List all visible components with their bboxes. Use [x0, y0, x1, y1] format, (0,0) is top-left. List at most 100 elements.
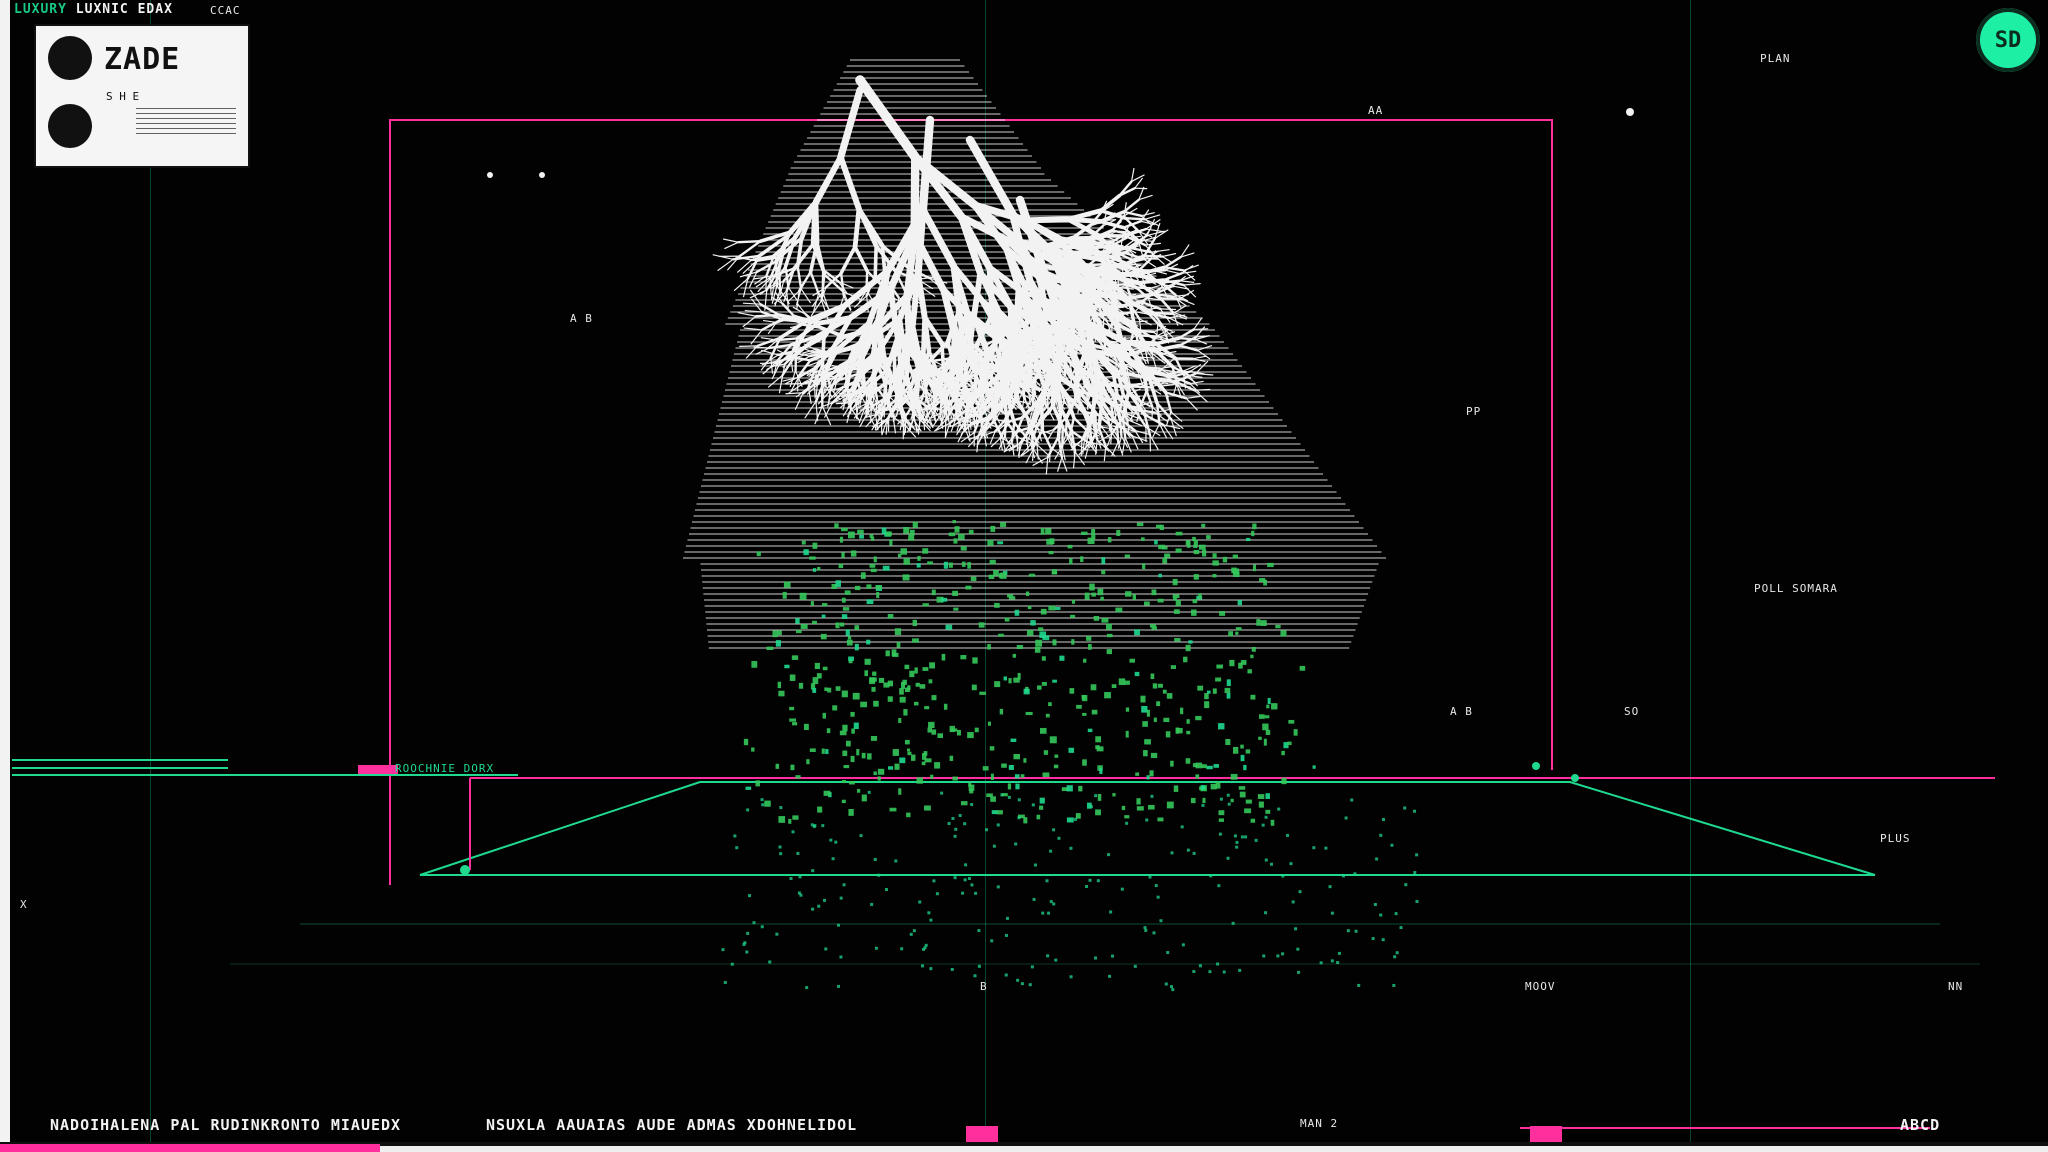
- green-dot: [1281, 952, 1285, 956]
- green-dot: [992, 844, 996, 848]
- green-dot: [1027, 605, 1032, 610]
- green-dot: [1288, 719, 1295, 724]
- green-dot: [1031, 803, 1035, 807]
- green-dot: [914, 667, 918, 674]
- green-dot: [1415, 899, 1419, 903]
- green-dot: [1219, 797, 1223, 801]
- green-dot: [1140, 695, 1146, 703]
- green-dot: [1134, 671, 1140, 677]
- green-dot: [791, 655, 799, 660]
- green-dot: [1226, 679, 1231, 687]
- green-dot: [1066, 785, 1073, 792]
- green-dot: [824, 687, 828, 691]
- green-dot: [1106, 623, 1112, 630]
- green-dot: [1186, 848, 1190, 852]
- green-dot: [1192, 851, 1196, 855]
- green-dot: [840, 622, 845, 627]
- green-dot: [1264, 858, 1268, 862]
- green-dot: [912, 521, 918, 528]
- green-dot: [1090, 684, 1097, 691]
- green-dot: [1336, 961, 1340, 965]
- green-dot: [1045, 713, 1050, 718]
- green-dot: [953, 607, 959, 611]
- green-dot: [1247, 669, 1252, 674]
- green-dot: [792, 815, 799, 820]
- root-branch: [1159, 308, 1177, 311]
- root-branch: [1032, 456, 1049, 466]
- green-dot: [822, 712, 826, 719]
- green-dot: [902, 574, 910, 581]
- green-dot: [877, 768, 885, 775]
- root-visualization[interactable]: [0, 0, 2048, 1152]
- green-dot: [1101, 617, 1109, 623]
- green-dot: [1088, 878, 1092, 882]
- green-dot: [1215, 781, 1221, 789]
- green-dot: [990, 939, 994, 943]
- green-dot: [892, 749, 899, 756]
- green-dot: [1337, 951, 1341, 955]
- green-dot: [1080, 556, 1084, 563]
- green-dot: [904, 664, 910, 670]
- green-dot: [1257, 794, 1265, 799]
- green-dot: [859, 534, 864, 539]
- green-dot: [1152, 683, 1158, 689]
- green-dot: [1261, 823, 1265, 827]
- green-dot: [1198, 964, 1202, 968]
- green-dot: [812, 542, 818, 549]
- green-dot: [927, 561, 933, 565]
- green-dot: [1258, 714, 1265, 719]
- green-dot: [971, 684, 977, 691]
- green-dot: [1136, 522, 1144, 527]
- green-dot: [847, 635, 852, 640]
- green-dot: [841, 690, 848, 698]
- green-dot: [730, 962, 734, 966]
- green-dot: [1226, 856, 1230, 860]
- green-dot: [1144, 928, 1148, 932]
- marker-label: NN: [1948, 980, 1964, 993]
- green-dot: [1134, 629, 1140, 636]
- green-dot: [1136, 806, 1144, 811]
- root-branch: [815, 400, 819, 422]
- green-dot: [1357, 983, 1361, 987]
- green-dot: [1232, 554, 1239, 559]
- green-dot: [904, 739, 910, 745]
- green-dot: [961, 561, 966, 567]
- green-dot: [1403, 806, 1407, 810]
- green-dot: [974, 891, 978, 895]
- green-dot: [861, 752, 866, 759]
- green-dot: [952, 590, 958, 597]
- green-dot: [1045, 879, 1049, 883]
- green-dot: [900, 947, 904, 951]
- green-dot: [991, 810, 998, 815]
- green-dot: [1206, 765, 1213, 770]
- green-dot: [1097, 793, 1102, 801]
- green-dot: [897, 553, 902, 558]
- green-dot: [837, 923, 841, 927]
- marker-label: MOOV: [1525, 980, 1556, 993]
- green-dot: [1005, 916, 1009, 920]
- green-dot: [963, 878, 967, 882]
- green-dot: [989, 746, 995, 751]
- green-dot: [1224, 687, 1231, 693]
- root-branch: [1140, 212, 1155, 217]
- green-dot: [1256, 619, 1261, 626]
- green-dot: [1069, 688, 1075, 694]
- green-dot: [857, 788, 861, 793]
- green-dot: [875, 584, 882, 589]
- green-dot: [1163, 717, 1170, 723]
- green-dot: [839, 955, 843, 959]
- root-branch: [1177, 328, 1195, 340]
- green-dot: [799, 592, 807, 600]
- visualization-viewport[interactable]: LUXURY LUXNIC EDAX CCAC ZADE S H E SD RO…: [0, 0, 2048, 1152]
- green-dot: [798, 875, 802, 879]
- green-dot: [987, 644, 991, 650]
- green-dot: [1192, 763, 1198, 768]
- green-dot: [1052, 639, 1057, 646]
- green-dot: [960, 546, 967, 551]
- green-dot: [1083, 658, 1087, 663]
- green-dot: [792, 722, 798, 726]
- green-dot: [777, 681, 782, 689]
- green-dot: [1393, 955, 1397, 959]
- green-dot: [1107, 537, 1112, 543]
- green-dot: [1252, 564, 1257, 572]
